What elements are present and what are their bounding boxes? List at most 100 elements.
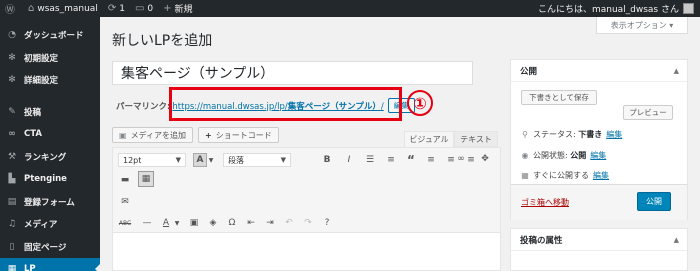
font-size-value: 12pt (123, 155, 142, 165)
permalink-label: パーマリンク: (116, 101, 171, 112)
trash-link[interactable]: ゴミ箱へ移動 (521, 197, 569, 208)
align-left-icon[interactable]: ≡ (424, 153, 438, 167)
sidebar-item-lp[interactable]: ▦ LP (0, 258, 100, 271)
admin-sidebar: ◔ ダッシュボード ✻ 初期設定 ✻ 詳細設定 ✎ 投稿 ∞ CTA ⚒ ランキング ▙ Pt… (0, 17, 100, 271)
chevron-down-icon[interactable]: ▼ (173, 216, 181, 230)
plus-icon: + (163, 3, 172, 14)
sidebar-item-label: 投稿 (24, 107, 42, 118)
italic-icon[interactable]: I (342, 153, 356, 167)
media-icon: ▣ (119, 130, 127, 140)
sidebar-item-dashboard[interactable]: ◔ ダッシュボード (0, 24, 100, 47)
sidebar-item-initial-settings[interactable]: ✻ 初期設定 (0, 47, 100, 70)
annotation-highlight-box (169, 87, 402, 121)
add-media-label: メディアを追加 (130, 130, 187, 140)
sidebar-item-registration-form[interactable]: ▤ 登録フォーム (0, 191, 100, 214)
sidebar-item-label: ダッシュボード (24, 31, 84, 42)
bullet-list-icon[interactable]: ☰ (363, 153, 377, 167)
visibility-value: 公開 (570, 151, 587, 160)
sidebar-item-label: LP (24, 264, 36, 271)
link-icon[interactable]: ∞ (454, 152, 468, 166)
text-color-icon[interactable]: A (193, 153, 207, 167)
link-icon: ∞ (8, 129, 16, 140)
outdent-icon[interactable]: ⇤ (244, 216, 258, 230)
wrench-icon: ⚒ (7, 151, 17, 162)
sidebar-item-posts[interactable]: ✎ 投稿 (0, 101, 100, 124)
gear-icon: ✻ (8, 75, 16, 86)
email-icon[interactable]: ✉ (118, 195, 132, 209)
indent-icon[interactable]: ⇥ (263, 216, 277, 230)
post-attributes-header[interactable]: 投稿の属性 ▲ (511, 229, 687, 251)
sidebar-item-label: Ptengine (24, 174, 67, 185)
wordpress-logo[interactable]: Ⓦ (0, 0, 23, 17)
admin-bar: Ⓦ ⌂ wsas_manual ⟳ 1 ▭ 0 + 新規 こんにちは、manual_dw… (0, 0, 700, 17)
schedule-edit-link[interactable]: 編集 (593, 170, 609, 181)
status-edit-link[interactable]: 編集 (606, 129, 622, 140)
save-draft-button[interactable]: 下書きとして保存 (521, 90, 597, 105)
sidebar-item-label: メディア (24, 220, 58, 231)
site-name: wsas_manual (37, 3, 98, 14)
horizontal-line-icon[interactable]: — (140, 216, 154, 230)
wordpress-icon: Ⓦ (5, 5, 15, 16)
redo-icon[interactable]: ↷ (301, 216, 315, 230)
eye-icon: ◉ (521, 151, 529, 160)
pin-icon: ✎ (8, 106, 16, 117)
post-title-input[interactable]: 集客ページ（サンプル） (112, 61, 473, 85)
publish-button[interactable]: 公開 (637, 192, 671, 211)
calendar-icon: ▦ (521, 171, 529, 180)
bold-icon[interactable]: B (320, 153, 334, 167)
shortcode-button[interactable]: + ショートコード (198, 127, 279, 143)
sidebar-item-label: 詳細設定 (24, 76, 59, 87)
home-icon: ⌂ (28, 3, 35, 14)
visibility-edit-link[interactable]: 編集 (590, 150, 606, 161)
comment-icon: ▭ (134, 3, 145, 14)
preview-button[interactable]: プレビュー (623, 105, 673, 120)
sidebar-item-ptengine[interactable]: ▙ Ptengine (0, 168, 100, 191)
annotation-callout-number: ① (407, 90, 433, 116)
chevron-down-icon[interactable]: ▼ (207, 153, 215, 167)
add-media-button[interactable]: ▣ メディアを追加 (112, 127, 194, 143)
undo-icon[interactable]: ↶ (282, 216, 296, 230)
help-icon[interactable]: ? (320, 216, 334, 230)
blockquote-icon[interactable]: “ (404, 153, 418, 167)
toolbar-toggle-icon[interactable]: ▦ (138, 171, 154, 187)
paragraph-format-value: 段落 (228, 155, 244, 165)
sidebar-item-ranking[interactable]: ⚒ ランキング (0, 146, 100, 169)
gear-icon: ✻ (8, 52, 16, 63)
visibility-row: ◉ 公開状態: 公開 編集 (521, 150, 607, 161)
ptengine-icon: ▙ (8, 174, 16, 185)
page-icon: ▯ (9, 241, 15, 252)
sidebar-item-advanced-settings[interactable]: ✻ 詳細設定 (0, 69, 100, 92)
screen-options-button[interactable]: 表示オプション ▾ (596, 17, 688, 34)
refresh-icon: ⟳ (107, 3, 117, 14)
font-size-select[interactable]: 12pt ▼ (118, 153, 186, 167)
content-editor: 12pt ▼ A ▼ 段落 ▼ B I ☰ ≡ “ ≡ ≡ ≡ ▬ ▦ ✉ ABC … (112, 147, 501, 271)
paragraph-format-select[interactable]: 段落 ▼ (223, 153, 291, 167)
special-character-icon[interactable]: Ω (225, 216, 239, 230)
pin-icon: ⚲ (522, 130, 528, 139)
sidebar-item-pages[interactable]: ▯ 固定ページ (0, 236, 100, 259)
publish-box-header[interactable]: 公開 ▲ (511, 60, 687, 82)
clear-format-icon[interactable]: ◈ (206, 216, 220, 230)
read-more-icon[interactable]: ▬ (118, 173, 132, 187)
user-greeting[interactable]: こんにちは、manual_dwsas さん (538, 2, 679, 15)
avatar[interactable] (683, 3, 694, 14)
publish-actions: ゴミ箱へ移動 公開 (511, 184, 687, 220)
text-color-icon[interactable]: A (159, 216, 173, 230)
fullscreen-icon[interactable]: ✥ (478, 152, 492, 166)
sidebar-item-cta[interactable]: ∞ CTA (0, 123, 100, 146)
visibility-label: 公開状態: (533, 151, 568, 160)
comments-link[interactable]: ▭ 0 (130, 0, 158, 17)
page-title: 新しいLPを追加 (112, 33, 213, 49)
site-name-link[interactable]: ⌂ wsas_manual (23, 0, 103, 17)
numbered-list-icon[interactable]: ≡ (384, 153, 398, 167)
tab-text[interactable]: テキスト (454, 131, 498, 147)
strikethrough-icon[interactable]: ABC (118, 216, 132, 230)
new-label: 新規 (174, 5, 193, 15)
tab-visual[interactable]: ビジュアル (404, 131, 454, 147)
chevron-down-icon: ▼ (280, 156, 286, 164)
paste-text-icon[interactable]: ▣ (187, 216, 201, 230)
sidebar-item-media[interactable]: ♫ メディア (0, 213, 100, 236)
sidebar-item-label: 固定ページ (24, 242, 67, 253)
updates-link[interactable]: ⟳ 1 (103, 0, 130, 17)
new-content-link[interactable]: + 新規 (158, 0, 197, 17)
